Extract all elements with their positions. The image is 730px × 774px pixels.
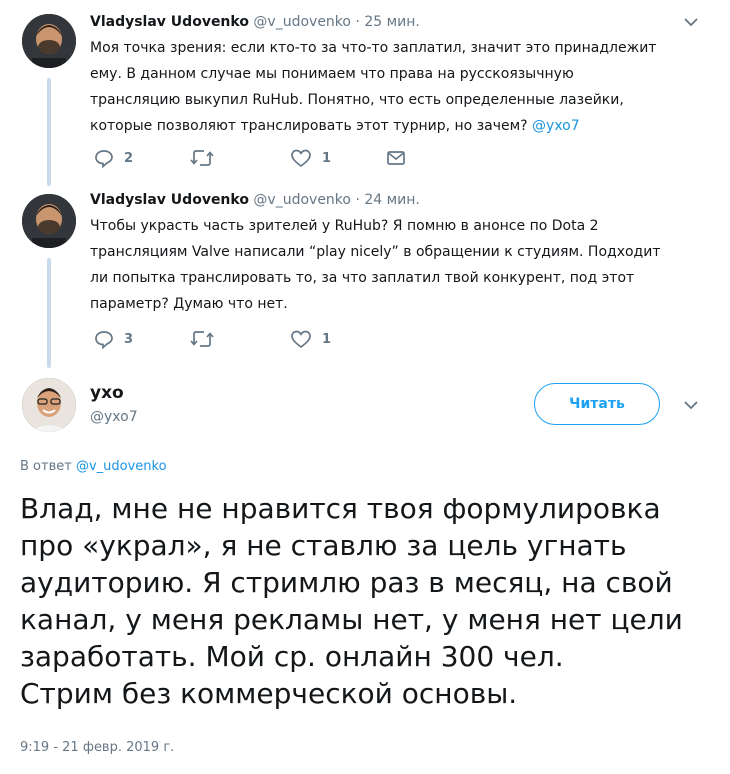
reply-button[interactable]: 2 bbox=[94, 147, 133, 169]
tweet-header: Vladyslav Udovenko @v_udovenko · 24 мин. bbox=[90, 191, 420, 209]
tweet-text-line: ему. В данном случае мы понимаем что пра… bbox=[90, 66, 574, 82]
tweet-actions: 2 1 bbox=[90, 147, 450, 169]
author-handle[interactable]: @v_udovenko bbox=[253, 192, 351, 208]
heart-icon bbox=[291, 149, 311, 168]
like-button[interactable]: 1 bbox=[290, 328, 331, 350]
like-count: 1 bbox=[322, 331, 332, 347]
author-handle[interactable]: @yxo7 bbox=[90, 409, 138, 425]
tweet-text-line: заработать. Мой ср. онлайн 300 чел. bbox=[20, 640, 564, 673]
tweet-text-line: ли попытка транслировать то, за что запл… bbox=[90, 270, 635, 286]
tweet-text-line: канал, у меня рекламы нет, у меня нет це… bbox=[20, 603, 683, 636]
like-button[interactable]: 1 bbox=[290, 147, 331, 169]
avatar[interactable] bbox=[22, 194, 76, 248]
tweet-text-line: Моя точка зрения: если кто-то за что-то … bbox=[90, 40, 657, 56]
tweet-text-fragment: которые позволяют транслировать этот тур… bbox=[90, 118, 528, 134]
tweet-text-line: параметр? Думаю что нет. bbox=[90, 296, 288, 312]
chevron-down-icon[interactable] bbox=[682, 396, 700, 414]
reply-button[interactable]: 3 bbox=[94, 328, 133, 350]
reply-context: В ответ @v_udovenko bbox=[20, 459, 167, 474]
retweet-button[interactable] bbox=[190, 147, 224, 169]
follow-button[interactable]: Читать bbox=[534, 383, 660, 425]
tweet-text-line: трансляциям Valve написали “play nicely”… bbox=[90, 244, 661, 260]
reply-count: 3 bbox=[124, 331, 134, 347]
like-count: 1 bbox=[322, 150, 332, 166]
tweet-text-line: Влад, мне не нравится твоя формулировка bbox=[20, 492, 661, 525]
tweet[interactable]: Vladyslav Udovenko @v_udovenko · 24 мин.… bbox=[0, 180, 730, 360]
retweet-button[interactable] bbox=[190, 328, 224, 350]
tweet-text-line: Чтобы украсть часть зрителей у RuHub? Я … bbox=[90, 218, 599, 234]
main-tweet-text: Влад, мне не нравится твоя формулировка … bbox=[20, 490, 710, 712]
heart-icon bbox=[291, 330, 311, 349]
dm-button[interactable] bbox=[386, 147, 406, 169]
tweet-timestamp[interactable]: 9:19 - 21 февр. 2019 г. bbox=[20, 740, 174, 755]
author-name[interactable]: ухо bbox=[90, 383, 124, 403]
tweet-text-line: про «украл», я не ставлю за цель угнать bbox=[20, 529, 627, 562]
tweet-actions: 3 1 bbox=[90, 328, 450, 350]
tweet-text: Моя точка зрения: если кто-то за что-то … bbox=[90, 35, 700, 139]
reply-prefix: В ответ bbox=[20, 459, 72, 474]
tweet-header: Vladyslav Udovenko @v_udovenko · 25 мин. bbox=[90, 13, 420, 31]
mention-link[interactable]: @v_udovenko bbox=[76, 459, 167, 474]
avatar[interactable] bbox=[22, 378, 76, 432]
tweet-text-line: которые позволяют транслировать этот тур… bbox=[90, 113, 700, 139]
envelope-icon bbox=[387, 151, 405, 165]
author-name[interactable]: Vladyslav Udovenko bbox=[90, 14, 249, 30]
author-name[interactable]: Vladyslav Udovenko bbox=[90, 192, 249, 208]
reply-icon bbox=[95, 331, 113, 349]
tweet-text: Чтобы украсть часть зрителей у RuHub? Я … bbox=[90, 213, 700, 317]
reply-count: 2 bbox=[124, 150, 134, 166]
tweet[interactable]: Vladyslav Udovenko @v_udovenko · 25 мин.… bbox=[0, 0, 730, 180]
tweet-time[interactable]: 24 мин. bbox=[364, 192, 420, 208]
chevron-down-icon[interactable] bbox=[682, 13, 700, 31]
avatar[interactable] bbox=[22, 14, 76, 68]
author-handle[interactable]: @v_udovenko bbox=[253, 14, 351, 30]
separator: · bbox=[355, 14, 360, 30]
retweet-icon bbox=[190, 331, 214, 347]
tweet-text-line: аудиторию. Я стримлю раз в месяц, на сво… bbox=[20, 566, 673, 599]
tweet-text-line: Стрим без коммерческой основы. bbox=[20, 677, 518, 710]
mention-link[interactable]: @yxo7 bbox=[532, 118, 580, 134]
retweet-icon bbox=[190, 150, 214, 166]
tweet-time[interactable]: 25 мин. bbox=[364, 14, 420, 30]
reply-icon bbox=[95, 150, 113, 168]
tweet-text-line: трансляцию выкупил RuHub. Понятно, что е… bbox=[90, 92, 624, 108]
separator: · bbox=[355, 192, 360, 208]
